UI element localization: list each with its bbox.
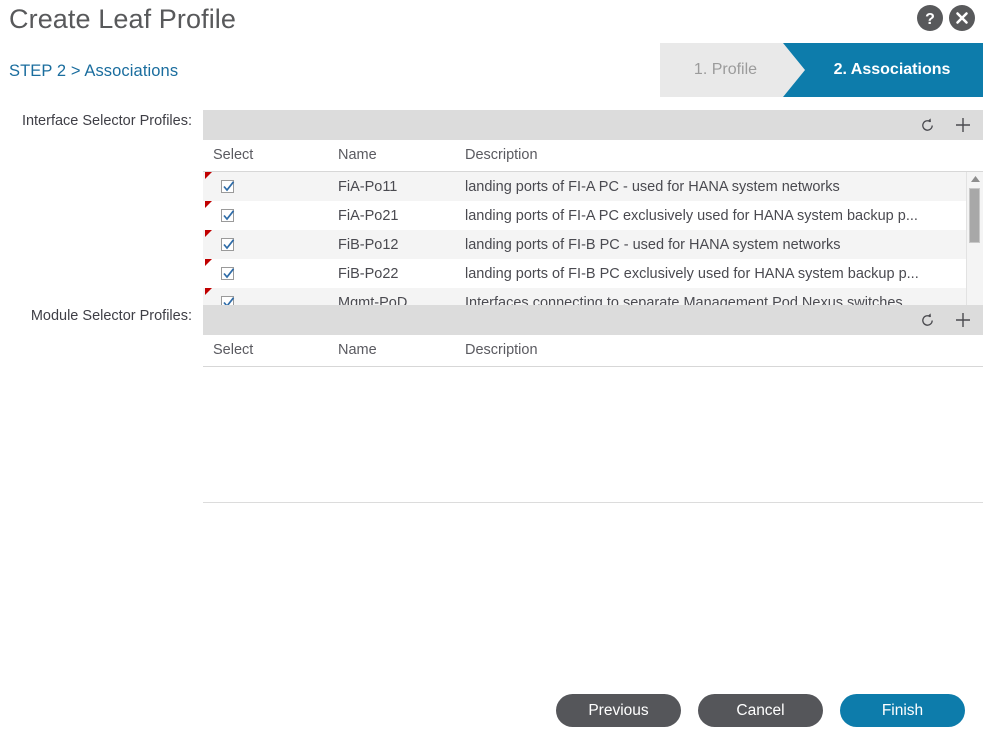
- interface-table: FiA-Po11 landing ports of FI-A PC - used…: [203, 172, 966, 317]
- page-title: Create Leaf Profile: [9, 0, 236, 38]
- finish-button[interactable]: Finish: [840, 694, 965, 727]
- table-header-row: Select Name Description: [203, 335, 983, 367]
- row-select-cell[interactable]: [203, 230, 328, 259]
- column-header-description: Description: [455, 140, 983, 172]
- module-selector-profiles-panel: Select Name Description: [203, 305, 983, 503]
- wizard-step-associations-label: 2. Associations: [834, 61, 951, 79]
- row-checkbox[interactable]: [221, 267, 234, 280]
- refresh-icon[interactable]: [917, 310, 937, 330]
- table-header-row: Select Name Description: [203, 140, 983, 172]
- module-panel-toolbar: [203, 305, 983, 335]
- svg-text:?: ?: [925, 11, 935, 28]
- interface-table-body: FiA-Po11 landing ports of FI-A PC - used…: [203, 172, 966, 317]
- column-header-select: Select: [203, 335, 328, 367]
- header-icon-group: ?: [917, 5, 975, 31]
- row-name: FiB-Po22: [328, 259, 455, 288]
- scrollbar-thumb[interactable]: [969, 188, 980, 243]
- module-table-empty-body: [203, 367, 983, 503]
- row-select-cell[interactable]: [203, 201, 328, 230]
- table-row[interactable]: FiA-Po21 landing ports of FI-A PC exclus…: [203, 201, 966, 230]
- plus-icon[interactable]: [953, 310, 973, 330]
- table-row[interactable]: FiB-Po12 landing ports of FI-B PC - used…: [203, 230, 966, 259]
- scroll-up-arrow-icon[interactable]: [967, 172, 983, 186]
- wizard-step-associations[interactable]: 2. Associations: [783, 43, 983, 97]
- wizard-step-profile-label: 1. Profile: [694, 61, 757, 79]
- table-row[interactable]: FiB-Po22 landing ports of FI-B PC exclus…: [203, 259, 966, 288]
- row-name: FiA-Po21: [328, 201, 455, 230]
- wizard-steps: 1. Profile 2. Associations: [660, 43, 983, 97]
- cancel-button[interactable]: Cancel: [698, 694, 823, 727]
- plus-icon[interactable]: [953, 115, 973, 135]
- column-header-select: Select: [203, 140, 328, 172]
- required-flag-icon: [205, 259, 212, 266]
- row-checkbox[interactable]: [221, 209, 234, 222]
- table-row[interactable]: FiA-Po11 landing ports of FI-A PC - used…: [203, 172, 966, 201]
- required-flag-icon: [205, 201, 212, 208]
- help-icon[interactable]: ?: [917, 5, 943, 31]
- row-select-cell[interactable]: [203, 172, 328, 201]
- column-header-name: Name: [328, 140, 455, 172]
- row-name: FiA-Po11: [328, 172, 455, 201]
- row-name: FiB-Po12: [328, 230, 455, 259]
- required-flag-icon: [205, 288, 212, 295]
- module-selector-profiles-label: Module Selector Profiles:: [2, 308, 192, 324]
- dialog-footer: Previous Cancel Finish: [556, 694, 965, 727]
- close-icon[interactable]: [949, 5, 975, 31]
- required-flag-icon: [205, 172, 212, 179]
- interface-table-header: Select Name Description: [203, 140, 983, 172]
- required-flag-icon: [205, 230, 212, 237]
- previous-button[interactable]: Previous: [556, 694, 681, 727]
- interface-selector-profiles-panel: Select Name Description: [203, 110, 983, 317]
- interface-table-scrollbar[interactable]: [966, 172, 983, 317]
- column-header-name: Name: [328, 335, 455, 367]
- breadcrumb: STEP 2 > Associations: [9, 62, 178, 81]
- row-description: landing ports of FI-A PC exclusively use…: [455, 201, 966, 230]
- interface-selector-profiles-label: Interface Selector Profiles:: [2, 113, 192, 129]
- column-header-description: Description: [455, 335, 983, 367]
- row-description: landing ports of FI-B PC exclusively use…: [455, 259, 966, 288]
- row-description: landing ports of FI-A PC - used for HANA…: [455, 172, 966, 201]
- refresh-icon[interactable]: [917, 115, 937, 135]
- interface-panel-toolbar: [203, 110, 983, 140]
- wizard-step-profile[interactable]: 1. Profile: [660, 43, 805, 97]
- module-table-header: Select Name Description: [203, 335, 983, 367]
- row-checkbox[interactable]: [221, 238, 234, 251]
- interface-table-body-wrap: FiA-Po11 landing ports of FI-A PC - used…: [203, 172, 983, 317]
- row-select-cell[interactable]: [203, 259, 328, 288]
- row-checkbox[interactable]: [221, 180, 234, 193]
- row-description: landing ports of FI-B PC - used for HANA…: [455, 230, 966, 259]
